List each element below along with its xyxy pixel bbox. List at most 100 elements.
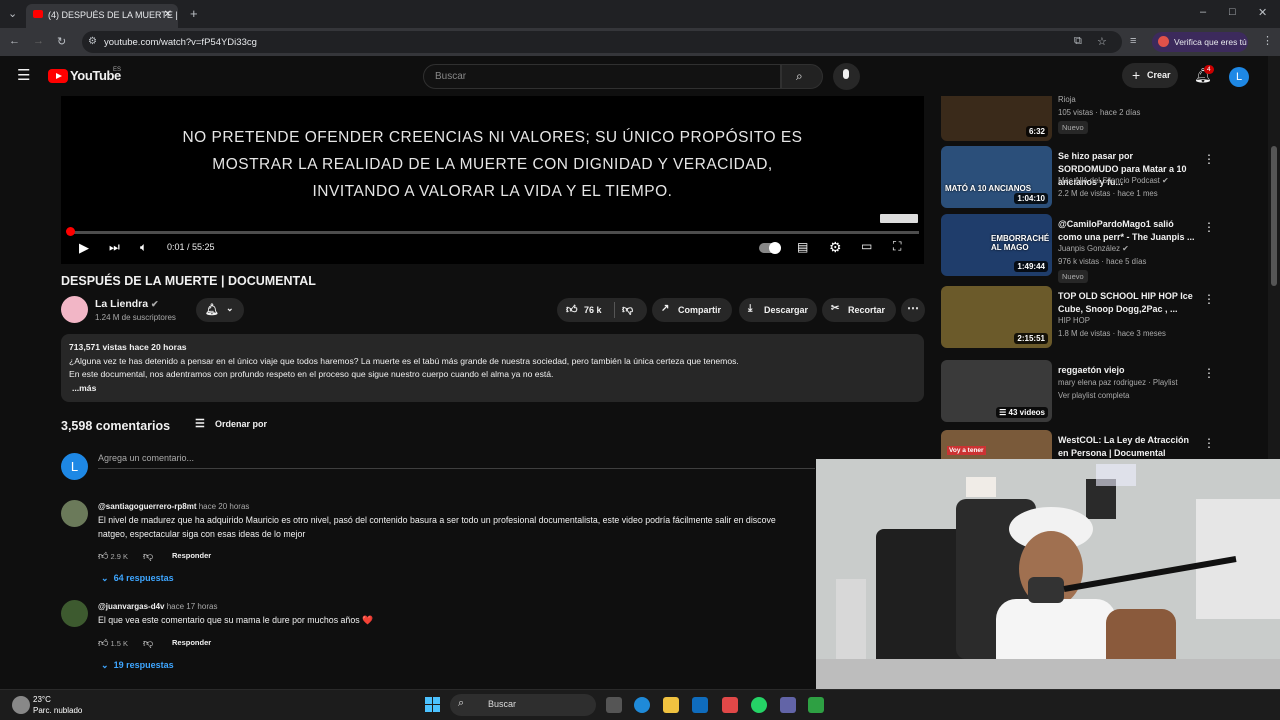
comment-like-button[interactable]: 👍︎ 2.9 K — [98, 550, 128, 562]
reply-button[interactable]: Responder — [172, 551, 211, 560]
install-app-icon[interactable]: ⧉ — [1074, 35, 1082, 48]
bookmark-star-icon[interactable]: ☆ — [1097, 35, 1107, 48]
clip-button[interactable]: ✂ Recortar — [822, 298, 896, 322]
channel-name[interactable]: La Liendra ✔ — [95, 298, 159, 310]
channel-name[interactable]: Juanpis González ✔ — [1058, 242, 1129, 256]
video-player[interactable]: NO PRETENDE OFENDER CREENCIAS NI VALORES… — [61, 96, 924, 264]
like-count[interactable]: 76 k — [584, 305, 602, 315]
app-icon[interactable] — [808, 697, 824, 713]
recommended-playlist[interactable]: ☰ 43 videos reggaetón viejo mary elena p… — [941, 360, 1215, 424]
view-replies-button[interactable]: ⌄ 19 respuestas — [101, 660, 174, 671]
wall-frame — [966, 477, 996, 497]
autoplay-toggle[interactable] — [759, 242, 781, 254]
taskbar-search[interactable]: ⌕ Buscar — [450, 694, 596, 716]
sort-comments-button[interactable]: ☰ Ordenar por — [195, 418, 267, 430]
comment-avatar[interactable] — [61, 600, 88, 627]
forward-icon[interactable]: → — [33, 35, 44, 47]
teams-icon[interactable] — [780, 697, 796, 713]
channel-name[interactable]: HIP HOP — [1058, 314, 1090, 328]
voice-search-button[interactable] — [833, 63, 860, 90]
comment-author[interactable]: @santiagoguerrero-rp8mt hace 20 horas — [98, 502, 249, 511]
video-title[interactable]: WestCOL: La Ley de Atracción en Persona … — [1058, 434, 1196, 459]
subtitles-icon[interactable]: ▤ — [797, 240, 808, 254]
show-more-link[interactable]: ...más — [69, 382, 916, 396]
more-vertical-icon[interactable]: ⋮ — [1203, 436, 1211, 450]
reading-list-icon[interactable]: ≡ — [1130, 35, 1136, 47]
weather-icon[interactable] — [12, 696, 30, 714]
weather-widget[interactable]: 23°C Parc. nublado — [33, 694, 82, 716]
progress-scrubber[interactable] — [66, 227, 75, 236]
download-button[interactable]: ⤓ Descargar — [739, 298, 817, 322]
outlook-icon[interactable] — [692, 697, 708, 713]
volume-icon[interactable]: 🔈︎ — [140, 240, 147, 255]
more-vertical-icon[interactable]: ⋮ — [1203, 366, 1215, 380]
video-thumbnail[interactable]: MATÓ A 10 ANCIANOS 1:04:10 — [941, 146, 1052, 208]
account-avatar[interactable]: L — [1229, 67, 1249, 87]
whatsapp-icon[interactable] — [751, 697, 767, 713]
tab-list-icon[interactable]: ⌄ — [8, 7, 17, 20]
next-video-icon[interactable]: ⏭︎ — [109, 240, 120, 255]
edge-icon[interactable] — [634, 697, 650, 713]
recommended-video[interactable]: 6:32 Rioja 105 vistas · hace 2 días Nuev… — [941, 95, 1211, 141]
comment-author[interactable]: @juanvargas-d4v hace 17 horas — [98, 602, 217, 611]
search-input[interactable]: Buscar — [423, 64, 781, 89]
video-title[interactable]: TOP OLD SCHOOL HIP HOP Ice Cube, Snoop D… — [1058, 290, 1196, 316]
more-vertical-icon[interactable]: ⋮ — [1203, 152, 1215, 166]
subscription-bell-button[interactable]: 🔔︎ ⌄ — [196, 298, 244, 322]
play-icon[interactable]: ▶ — [79, 240, 89, 256]
browser-tab[interactable]: (4) DESPUÉS DE LA MUERTE | D ✕ — [26, 4, 178, 28]
theater-mode-icon[interactable]: ▭ — [861, 239, 872, 253]
task-view-icon[interactable] — [606, 697, 622, 713]
url-field[interactable]: ⚙ youtube.com/watch?v=fP54YDi33cg ⧉ ☆ — [82, 31, 1122, 53]
site-info-icon[interactable]: ⚙ — [88, 36, 97, 47]
new-tab-icon[interactable]: + — [190, 6, 198, 21]
recommended-video[interactable]: EMBORRACHÉ AL MAGO 1:49:44 @CamiloPardoM… — [941, 214, 1215, 283]
settings-gear-icon[interactable]: ⚙ — [829, 239, 842, 256]
comment-like-button[interactable]: 👍︎ 1.5 K — [98, 637, 128, 649]
recommended-video[interactable]: 2:15:51 TOP OLD SCHOOL HIP HOP Ice Cube,… — [941, 286, 1215, 350]
hamburger-menu-icon[interactable]: ☰ — [17, 66, 30, 84]
reload-icon[interactable]: ↻ — [57, 35, 66, 48]
comment-avatar[interactable] — [61, 500, 88, 527]
like-icon[interactable]: 👍︎ — [566, 303, 578, 316]
thumbs-down-icon[interactable]: 👎︎ — [143, 550, 153, 562]
file-explorer-icon[interactable] — [663, 697, 679, 713]
video-thumbnail[interactable]: Voy a tener — [941, 430, 1052, 459]
view-replies-button[interactable]: ⌄ 64 respuestas — [101, 573, 174, 584]
channel-name[interactable]: Más Allá del Silencio Podcast ✔ — [1058, 174, 1169, 188]
browser-menu-icon[interactable]: ⋮ — [1262, 34, 1273, 47]
close-window-icon[interactable]: ✕ — [1258, 6, 1267, 19]
store-icon[interactable] — [722, 697, 738, 713]
dislike-icon[interactable]: 👎︎ — [622, 303, 633, 316]
scrollbar-thumb[interactable] — [1271, 146, 1277, 286]
back-icon[interactable]: ← — [9, 35, 20, 47]
reply-button[interactable]: Responder — [172, 638, 211, 647]
share-button[interactable]: ↗ Compartir — [652, 298, 732, 322]
more-vertical-icon[interactable]: ⋮ — [1203, 220, 1215, 234]
playlist-owner[interactable]: mary elena paz rodriguez · Playlist — [1058, 376, 1178, 390]
video-thumbnail[interactable]: 2:15:51 — [941, 286, 1052, 348]
close-tab-icon[interactable]: ✕ — [164, 9, 172, 20]
minimize-icon[interactable]: – — [1200, 6, 1206, 18]
channel-avatar[interactable] — [61, 296, 88, 323]
search-button[interactable]: ⌕ — [781, 64, 823, 89]
create-button[interactable]: + Crear — [1122, 63, 1178, 88]
view-full-playlist-link[interactable]: Ver playlist completa — [1058, 389, 1130, 403]
add-comment-input[interactable]: Agrega un comentario... — [98, 453, 815, 469]
recommended-video[interactable]: MATÓ A 10 ANCIANOS 1:04:10 Se hizo pasar… — [941, 146, 1215, 210]
youtube-logo-icon[interactable] — [48, 69, 68, 83]
video-title[interactable]: @CamiloPardoMago1 salió como una perr* -… — [1058, 218, 1196, 244]
maximize-icon[interactable]: □ — [1229, 6, 1236, 18]
playlist-thumbnail[interactable]: ☰ 43 videos — [941, 360, 1052, 422]
more-actions-button[interactable]: ⋯ — [901, 298, 925, 322]
verify-identity-button[interactable]: Verifica que eres tú — [1152, 32, 1248, 52]
description-box[interactable]: 713,571 vistas hace 20 horas ¿Alguna vez… — [61, 334, 924, 402]
video-thumbnail[interactable]: EMBORRACHÉ AL MAGO 1:49:44 — [941, 214, 1052, 276]
thumbs-down-icon[interactable]: 👎︎ — [143, 637, 153, 649]
recommended-video[interactable]: Voy a tener WestCOL: La Ley de Atracción… — [941, 430, 1211, 459]
windows-start-icon[interactable] — [425, 697, 441, 713]
video-thumbnail[interactable]: 6:32 — [941, 96, 1052, 141]
more-vertical-icon[interactable]: ⋮ — [1203, 292, 1215, 306]
progress-bar[interactable] — [69, 231, 919, 234]
fullscreen-icon[interactable]: ⛶ — [893, 239, 901, 254]
